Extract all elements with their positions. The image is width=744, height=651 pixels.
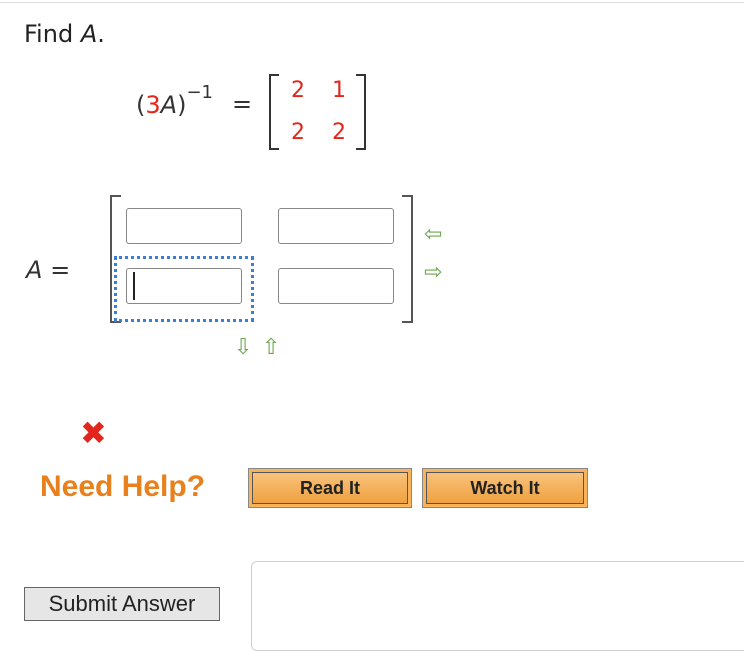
watch-it-button[interactable]: Watch It [422,468,588,508]
matrix-entry: 2 [291,78,305,103]
lhs-open-paren: ( [136,91,146,119]
matrix-cell-r2c1[interactable] [126,268,242,304]
answer-label: A = [26,256,70,284]
equation-lhs: (3A)−1 [136,82,213,119]
matrix-entry: 1 [332,78,346,103]
top-divider [0,2,744,3]
lhs-coefficient: 3 [145,91,161,119]
matrix-entry: 2 [291,120,305,145]
equals-sign: = [232,90,253,118]
question-prompt: Find A. [24,20,105,48]
prompt-text: Find [24,20,81,48]
submit-answer-button[interactable]: Submit Answer [24,587,220,621]
watch-it-label: Watch It [426,472,584,504]
answer-variable: A [26,256,43,284]
remove-column-icon[interactable]: ⇦ [424,224,442,246]
lhs-exponent: −1 [186,82,213,103]
add-row-icon[interactable]: ⇧ [262,337,280,359]
incorrect-x-icon: ✖ [80,414,107,452]
answer-right-bracket [402,195,413,323]
feedback-panel [251,561,744,651]
need-help-label: Need Help? [40,470,206,503]
read-it-label: Read It [252,472,408,504]
matrix-cell-r1c2[interactable] [278,208,394,244]
add-column-icon[interactable]: ⇨ [424,262,442,284]
prompt-variable: A [80,20,98,48]
text-cursor [133,272,135,300]
matrix-entry: 2 [332,120,346,145]
remove-row-icon[interactable]: ⇩ [234,337,252,359]
matrix-cell-r1c1[interactable] [126,208,242,244]
prompt-period: . [97,20,105,48]
matrix-right-bracket [356,74,366,150]
read-it-button[interactable]: Read It [248,468,412,508]
matrix-left-bracket [269,74,279,150]
matrix-cell-r2c2[interactable] [278,268,394,304]
lhs-variable: A [160,91,178,119]
answer-equals: = [50,256,71,284]
